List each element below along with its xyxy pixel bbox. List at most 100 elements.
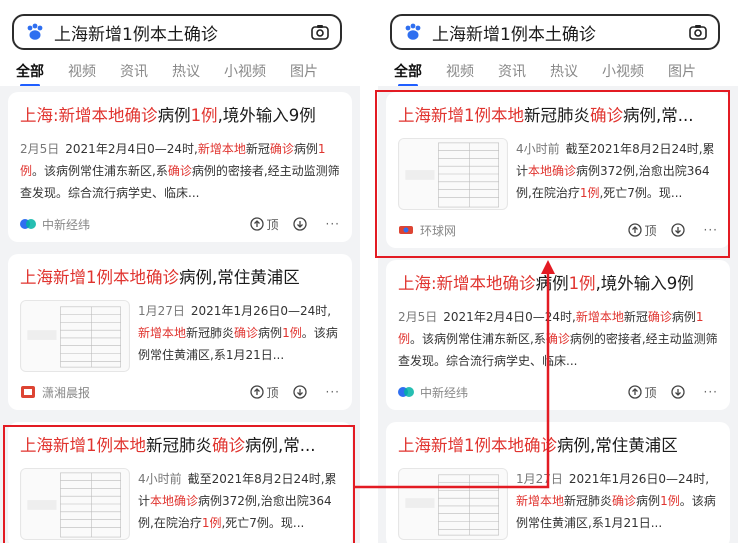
title-text: ,境外输入9例 [595,274,694,293]
snippet-highlight: 确诊 [269,142,294,156]
left-phone-screen: 上海新增1例本土确诊 全部 视频 资讯 热议 小视频 图片 上海:新增本地确诊病… [0,0,360,543]
table-thumbnail[interactable] [20,468,130,540]
snippet-text: 2021年1月26日0—24时, [568,472,710,486]
result-source[interactable]: 环球网 [398,222,456,239]
title-text: ,境外输入9例 [217,106,316,125]
upvote-label: 顶 [644,223,657,238]
snippet-highlight: 新增本地 [516,494,565,508]
downvote-button[interactable] [292,385,310,399]
result-source[interactable]: 中新经纬 [20,216,90,233]
result-body: 1月27日 2021年1月26日0—24时,新增本地新冠肺炎确诊病例1例。该病例常… [398,468,718,540]
tab-video[interactable]: 视频 [68,61,96,81]
result-card[interactable]: 上海新增1例本地确诊病例,常住黄浦区 1月27日 2021年1月26日0—24时,… [8,254,352,410]
snippet-highlight: 新增本地 [138,326,187,340]
title-highlight: 1例 [568,274,596,293]
snippet-text: 2021年2月4日0—24时, [65,142,198,156]
search-query-text[interactable]: 上海新增1例本土确诊 [54,20,310,45]
snippet-highlight: 确诊 [647,310,672,324]
upvote-button[interactable]: 顶 [249,216,279,233]
result-title[interactable]: 上海新增1例本地确诊病例,常住黄浦区 [398,434,718,458]
table-thumbnail[interactable] [398,468,508,540]
downvote-button[interactable] [670,385,688,399]
result-title[interactable]: 上海新增1例本地确诊病例,常住黄浦区 [20,266,340,290]
title-highlight: 上海新增1例本地 [20,436,146,455]
downvote-button[interactable] [292,217,310,231]
upvote-button[interactable]: 顶 [627,222,657,239]
title-text: 病例,常住黄浦区 [179,268,300,287]
tab-bar: 全部 视频 资讯 热议 小视频 图片 [0,58,360,87]
snippet-highlight: 确诊 [612,494,637,508]
result-card[interactable]: 上海新增1例本地新冠肺炎确诊病例,常... 4小时前 截至2021年8月2日24时… [8,422,352,543]
result-card[interactable]: 上海新增1例本地新冠肺炎确诊病例,常... 4小时前 截至2021年8月2日24时… [386,92,730,248]
upvote-label: 顶 [266,217,279,232]
result-title[interactable]: 上海:新增本地确诊病例1例,境外输入9例 [20,104,340,128]
snippet-text: 病例 [258,326,283,340]
title-text: 病例,常... [245,436,316,455]
up-arrow-icon [627,385,642,399]
title-text: 新冠肺炎 [146,436,212,455]
title-text: 病例 [157,106,191,125]
snippet-text: 病例 [293,142,318,156]
snippet-text: 新冠肺炎 [186,326,235,340]
snippet-text: 新冠 [245,142,270,156]
title-text: 病例,常... [623,106,694,125]
tab-news[interactable]: 资讯 [498,61,526,81]
more-options-icon[interactable]: ··· [326,217,340,231]
tab-all[interactable]: 全部 [394,61,422,87]
tab-news[interactable]: 资讯 [120,61,148,81]
upvote-button[interactable]: 顶 [627,384,657,401]
result-snippet: 1月27日 2021年1月26日0—24时,新增本地新冠肺炎确诊病例1例。该病例常… [138,300,340,372]
more-options-icon[interactable]: ··· [326,385,340,399]
upvote-label: 顶 [266,385,279,400]
result-card[interactable]: 上海:新增本地确诊病例1例,境外输入9例 2月5日 2021年2月4日0—24时,… [8,92,352,242]
tab-discussion[interactable]: 热议 [550,61,578,81]
title-highlight: 上海新增1例本地确诊 [20,268,179,287]
snippet-highlight: 1例 [579,186,600,200]
tab-images[interactable]: 图片 [668,61,696,81]
table-thumbnail[interactable] [398,138,508,210]
upvote-button[interactable]: 顶 [249,384,279,401]
result-title[interactable]: 上海新增1例本地新冠肺炎确诊病例,常... [20,434,340,458]
result-title[interactable]: 上海:新增本地确诊病例1例,境外输入9例 [398,272,718,296]
result-snippet: 1月27日 2021年1月26日0—24时,新增本地新冠肺炎确诊病例1例。该病例常… [516,468,718,540]
up-arrow-icon [249,217,264,231]
down-arrow-icon [670,223,685,237]
result-title[interactable]: 上海新增1例本地新冠肺炎确诊病例,常... [398,104,718,128]
tab-images[interactable]: 图片 [290,61,318,81]
snippet-text: 新冠 [623,310,648,324]
camera-icon[interactable] [688,22,708,42]
tab-short-video[interactable]: 小视频 [224,61,266,81]
search-box[interactable]: 上海新增1例本土确诊 [12,14,342,50]
tab-discussion[interactable]: 热议 [172,61,200,81]
result-body: 2月5日 2021年2月4日0—24时,新增本地新冠确诊病例1例。该病例常住浦东新… [20,138,340,204]
zhongxin-logo-icon [20,219,36,229]
search-query-text[interactable]: 上海新增1例本土确诊 [432,20,688,45]
huanqiu-logo-icon [399,226,413,234]
result-snippet: 2月5日 2021年2月4日0—24时,新增本地新冠确诊病例1例。该病例常住浦东新… [20,138,340,204]
result-actions: 顶 ··· [614,222,718,239]
result-actions: 顶 ··· [236,216,340,233]
result-card[interactable]: 上海新增1例本地确诊病例,常住黄浦区 1月27日 2021年1月26日0—24时,… [386,422,730,543]
source-name: 潇湘晨报 [42,385,91,400]
snippet-highlight: 本地确诊 [150,494,199,508]
more-options-icon[interactable]: ··· [704,385,718,399]
result-source[interactable]: 潇湘晨报 [20,384,90,401]
camera-icon[interactable] [310,22,330,42]
result-snippet: 4小时前 截至2021年8月2日24时,累计本地确诊病例372例,治愈出院364例… [138,468,340,540]
result-date: 4小时前 [138,472,182,486]
snippet-text: ,死亡7例。现... [221,516,305,530]
result-card[interactable]: 上海:新增本地确诊病例1例,境外输入9例 2月5日 2021年2月4日0—24时,… [386,260,730,410]
tab-video[interactable]: 视频 [446,61,474,81]
table-thumbnail[interactable] [20,300,130,372]
result-date: 1月27日 [516,472,563,486]
downvote-button[interactable] [670,223,688,237]
search-box[interactable]: 上海新增1例本土确诊 [390,14,720,50]
tab-short-video[interactable]: 小视频 [602,61,644,81]
result-date: 2月5日 [398,310,438,324]
title-highlight: 1例 [190,106,218,125]
result-source[interactable]: 中新经纬 [398,384,468,401]
snippet-text: 2021年1月26日0—24时, [190,304,332,318]
snippet-text: 病例 [636,494,661,508]
more-options-icon[interactable]: ··· [704,223,718,237]
tab-all[interactable]: 全部 [16,61,44,87]
